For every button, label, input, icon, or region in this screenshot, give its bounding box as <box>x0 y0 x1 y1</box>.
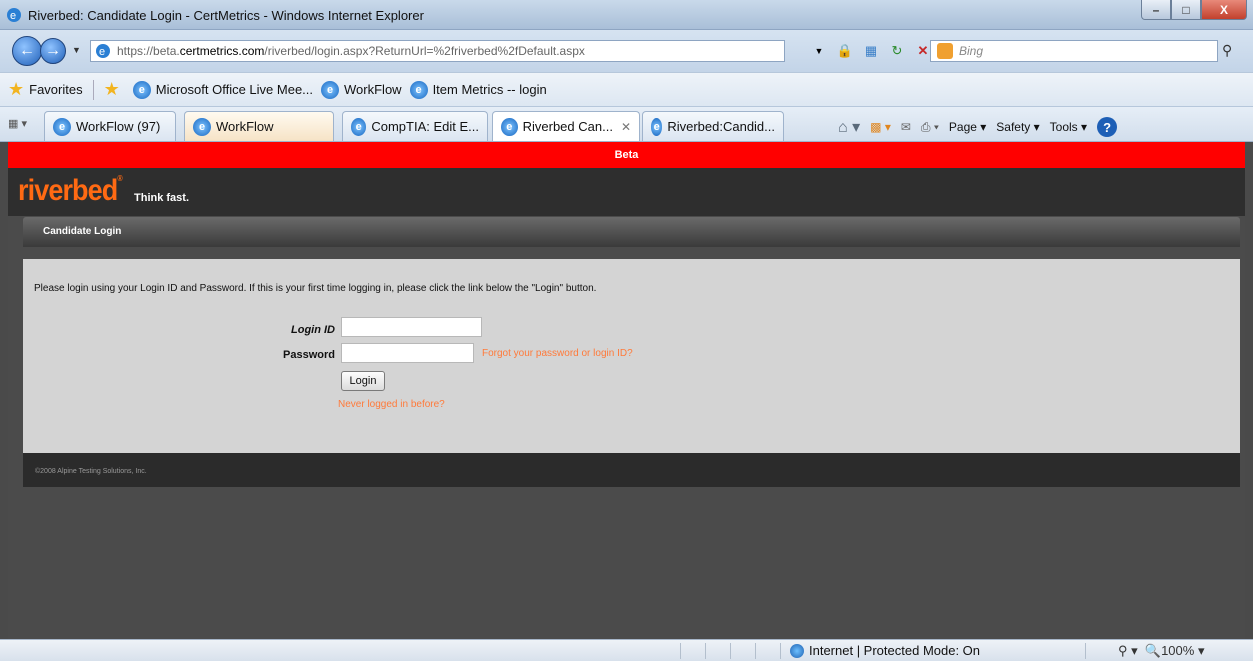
quick-tabs-icon[interactable]: ▦ ▾ <box>8 117 27 130</box>
page-menu[interactable]: Page ▾ <box>949 120 986 134</box>
ie-icon: e <box>409 80 428 99</box>
browser-tab[interactable]: e WorkFlow <box>184 111 334 141</box>
login-instructions: Please login using your Login ID and Pas… <box>34 283 597 294</box>
zoom-level[interactable]: ⚲ ▾ 🔍100% ▾ <box>1118 643 1204 659</box>
ie-icon: e <box>7 8 21 22</box>
ie-icon: e <box>132 80 151 99</box>
favorites-button[interactable]: ★ Favorites <box>8 79 83 100</box>
browser-tab[interactable]: e WorkFlow (97) <box>44 111 176 141</box>
site-header: riverbed® Think fast. <box>8 168 1245 216</box>
svg-text:e: e <box>99 46 105 58</box>
svg-text:e: e <box>10 10 16 22</box>
panel-header: Candidate Login <box>23 217 1240 247</box>
window-title-bar: e Riverbed: Candidate Login - CertMetric… <box>0 0 1253 30</box>
browser-tab[interactable]: e Riverbed Can... ✕ <box>492 111 640 141</box>
favorite-link[interactable]: e WorkFlow <box>321 80 402 99</box>
login-button[interactable]: Login <box>341 371 385 391</box>
safety-menu[interactable]: Safety ▾ <box>996 120 1039 134</box>
feeds-icon[interactable]: ▩ ▾ <box>870 120 891 134</box>
divider <box>705 643 706 659</box>
password-field[interactable] <box>341 343 474 363</box>
print-icon[interactable]: ⎙ ▾ <box>921 120 939 135</box>
divider <box>755 643 756 659</box>
forward-button[interactable]: → <box>40 38 66 64</box>
ie-icon: e <box>53 117 71 136</box>
address-dropdown-icon[interactable]: ▼ <box>810 42 828 60</box>
favorite-link[interactable]: e Item Metrics -- login <box>409 80 547 99</box>
forgot-password-link[interactable]: Forgot your password or login ID? <box>482 348 633 359</box>
favorites-bar: ★ Favorites ★ e Microsoft Office Live Me… <box>0 72 1253 106</box>
page-footer: ©2008 Alpine Testing Solutions, Inc. <box>23 453 1240 487</box>
window-title: Riverbed: Candidate Login - CertMetrics … <box>28 8 424 23</box>
back-arrow-icon: ← <box>19 42 35 59</box>
page-icon: e <box>96 44 110 58</box>
back-button[interactable]: ← <box>12 36 42 66</box>
tagline: Think fast. <box>134 192 190 204</box>
minimize-button[interactable]: – <box>1141 0 1171 20</box>
never-logged-in-link[interactable]: Never logged in before? <box>338 399 445 410</box>
password-label: Password <box>283 349 335 361</box>
lock-icon[interactable]: 🔒 <box>836 42 854 60</box>
divider <box>680 643 681 659</box>
ie-icon: e <box>351 117 367 136</box>
browser-tab[interactable]: e CompTIA: Edit E... <box>342 111 488 141</box>
panel-title: Candidate Login <box>43 226 122 237</box>
forward-arrow-icon: → <box>45 42 61 59</box>
refresh-icon[interactable]: ↻ <box>888 42 906 60</box>
bing-icon <box>937 43 953 59</box>
search-placeholder: Bing <box>959 44 984 58</box>
divider <box>730 643 731 659</box>
home-icon[interactable]: ⌂ ▾ <box>838 117 860 137</box>
search-field[interactable]: Bing <box>930 40 1218 62</box>
ie-icon: e <box>193 117 211 136</box>
status-bar: Internet | Protected Mode: On ⚲ ▾ 🔍100% … <box>0 639 1253 661</box>
close-tab-icon[interactable]: ✕ <box>621 120 631 134</box>
favorite-link[interactable]: e Microsoft Office Live Mee... <box>132 80 313 99</box>
page-content: Beta riverbed® Think fast. Candidate Log… <box>8 142 1245 639</box>
maximize-button[interactable]: □ <box>1171 0 1201 20</box>
history-dropdown-icon[interactable]: ▼ <box>72 45 81 55</box>
riverbed-logo[interactable]: riverbed® <box>18 174 123 208</box>
compatibility-view-icon[interactable]: ▦ <box>862 42 880 60</box>
divider <box>1085 643 1086 659</box>
mail-icon[interactable]: ✉ <box>901 120 911 134</box>
close-window-button[interactable]: X <box>1201 0 1247 20</box>
security-zone[interactable]: Internet | Protected Mode: On <box>790 643 980 658</box>
help-icon[interactable]: ? <box>1097 117 1118 137</box>
login-id-field[interactable] <box>341 317 482 337</box>
ie-icon: e <box>651 117 663 136</box>
ie-icon: e <box>321 80 340 99</box>
divider <box>92 79 94 100</box>
star-icon: ★ <box>8 79 25 99</box>
login-id-label: Login ID <box>291 324 335 336</box>
login-panel: Please login using your Login ID and Pas… <box>23 259 1240 453</box>
address-bar[interactable]: e https://beta.certmetrics.com/riverbed/… <box>90 40 785 62</box>
globe-icon <box>790 643 804 658</box>
divider <box>780 643 781 659</box>
url-text[interactable]: https://beta.certmetrics.com/riverbed/lo… <box>117 44 585 58</box>
tools-menu[interactable]: Tools ▾ <box>1050 120 1087 134</box>
beta-banner: Beta <box>8 142 1245 168</box>
address-row: ← → ▼ e https://beta.certmetrics.com/riv… <box>0 30 1253 72</box>
ie-icon: e <box>501 117 518 136</box>
copyright: ©2008 Alpine Testing Solutions, Inc. <box>35 468 147 475</box>
add-favorite-icon[interactable]: ★ <box>104 79 120 100</box>
tab-bar: ▦ ▾ e WorkFlow (97) e WorkFlow e CompTIA… <box>0 106 1253 142</box>
browser-tab[interactable]: e Riverbed:Candid... <box>642 111 784 141</box>
search-icon[interactable]: ⚲ <box>1222 42 1232 59</box>
